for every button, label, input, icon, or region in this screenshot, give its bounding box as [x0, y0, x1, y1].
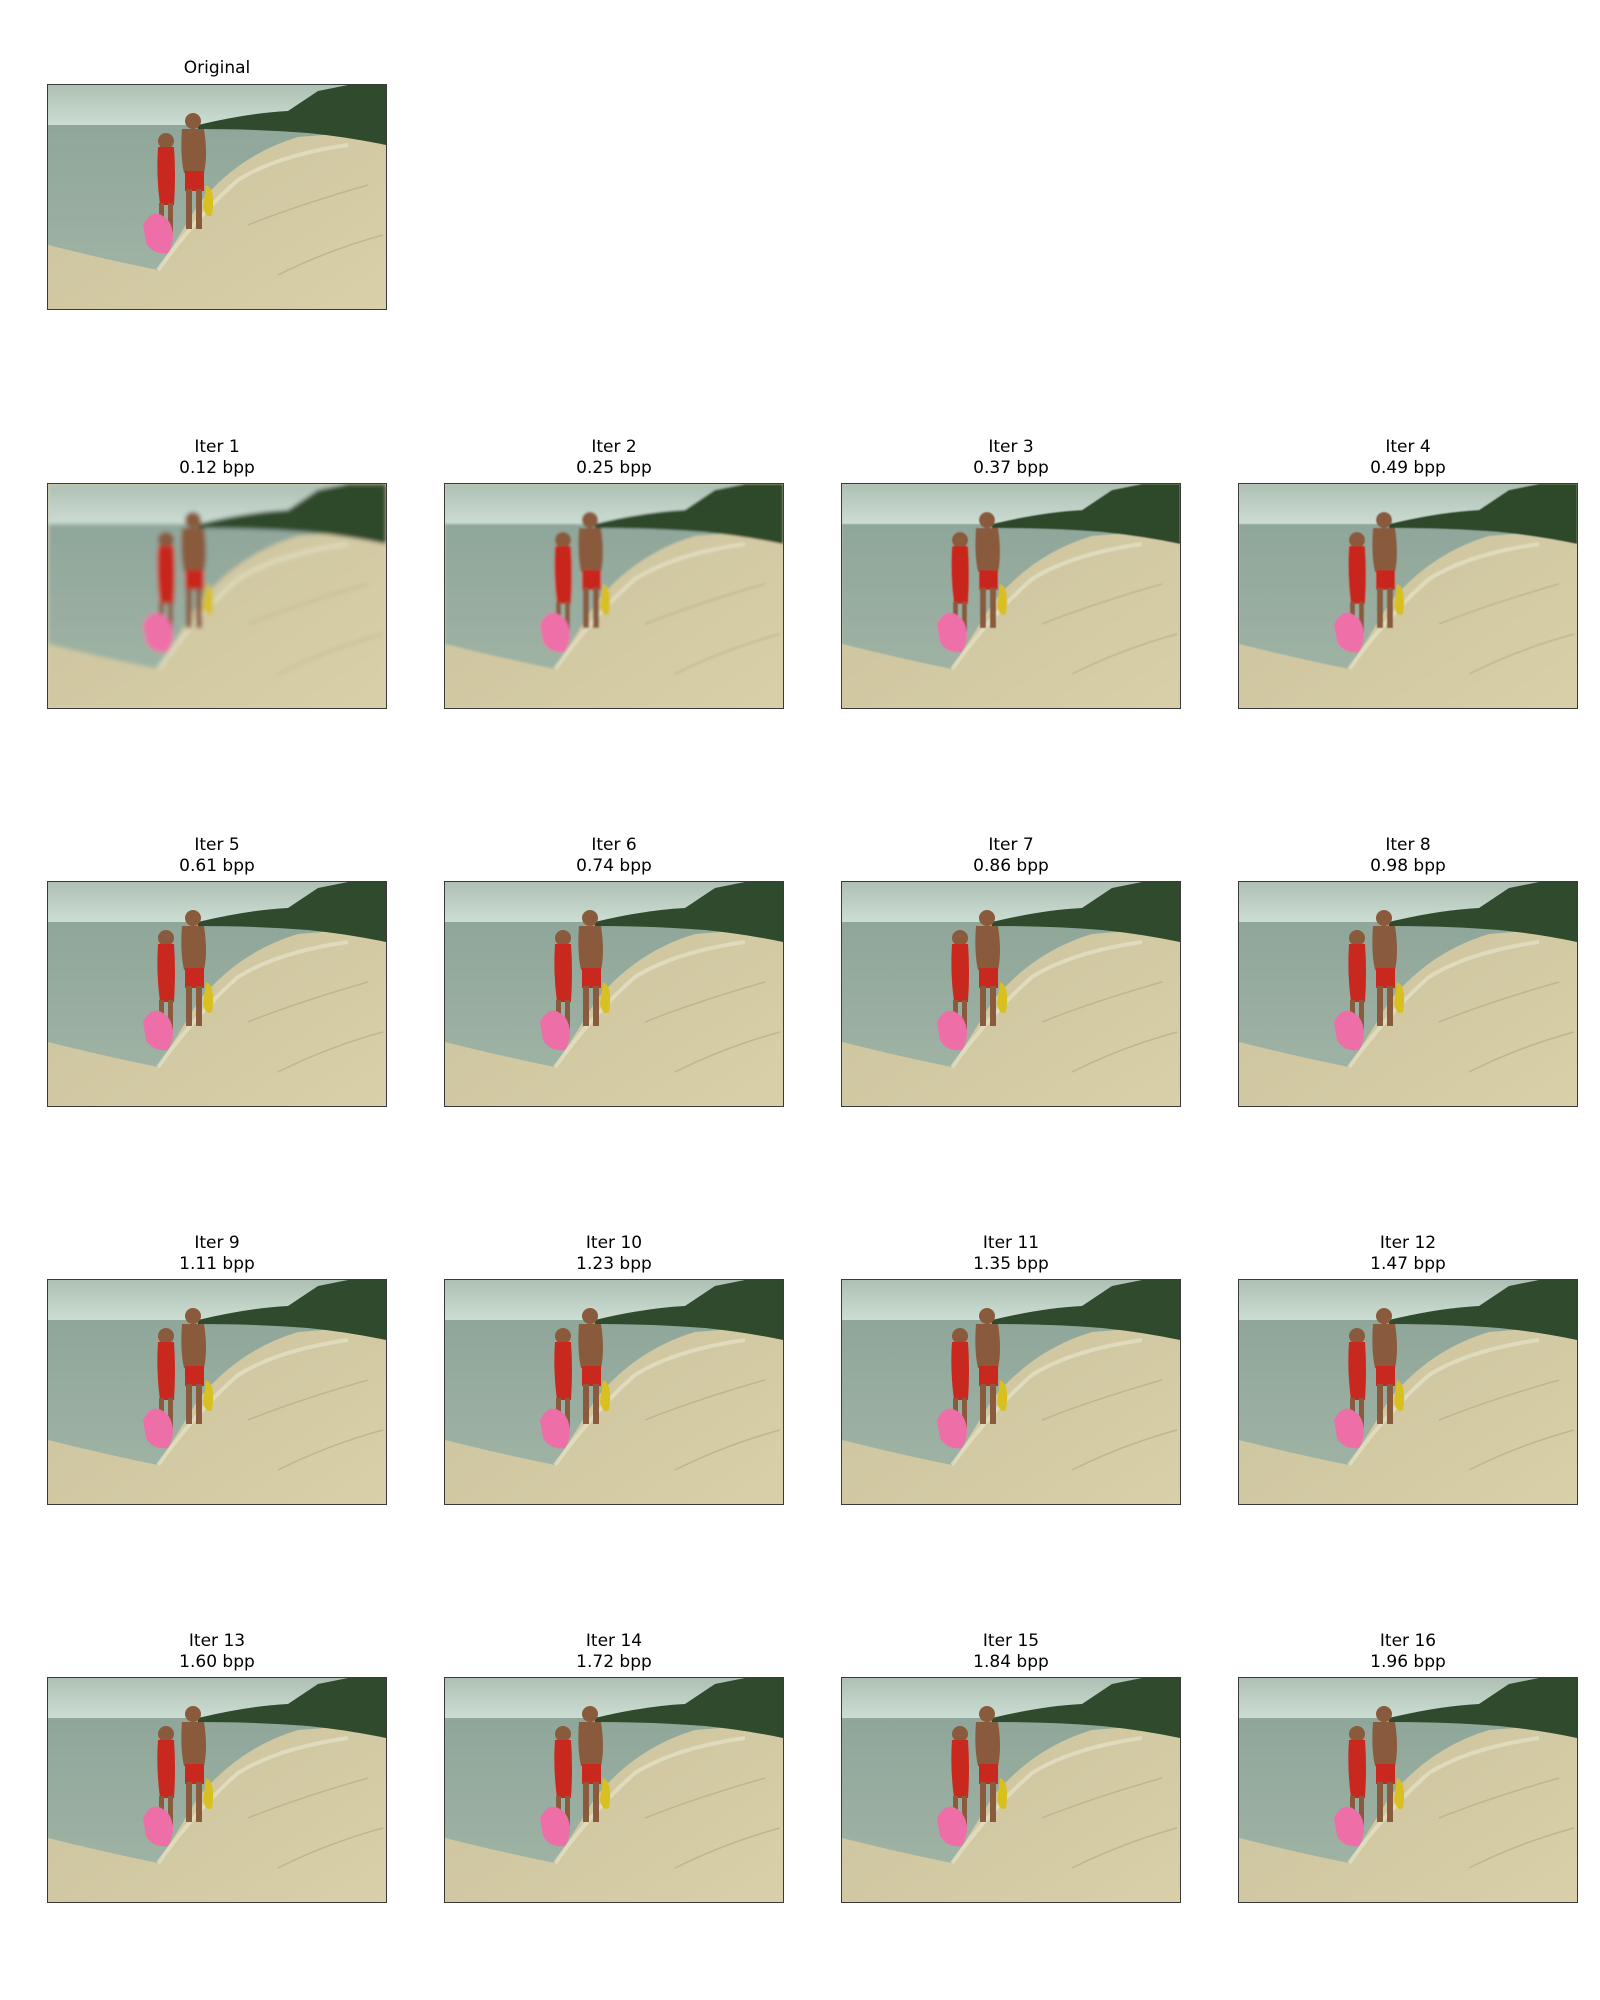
iteration-label: Iter 13 [188, 1631, 246, 1651]
reconstructed-image [47, 881, 387, 1107]
iteration-label: Iter 11 [982, 1233, 1040, 1253]
bitrate-label: 0.74 bpp [576, 856, 652, 876]
reconstructed-image [47, 1677, 387, 1903]
reconstructed-image [841, 1279, 1181, 1505]
iteration-label: Iter 6 [591, 835, 637, 855]
reconstructed-image [444, 483, 784, 709]
iteration-label: Iter 5 [194, 835, 240, 855]
reconstructed-image [1238, 1279, 1578, 1505]
iteration-label: Iter 1 [194, 437, 240, 457]
iteration-label: Iter 12 [1379, 1233, 1437, 1253]
iteration-label: Iter 15 [982, 1631, 1040, 1651]
iteration-label: Iter 4 [1385, 437, 1431, 457]
bitrate-label: 0.61 bpp [179, 856, 255, 876]
iteration-label: Iter 16 [1379, 1631, 1437, 1651]
iteration-label: Iter 8 [1385, 835, 1431, 855]
reconstructed-image [444, 881, 784, 1107]
reconstructed-image [841, 483, 1181, 709]
reconstructed-image [47, 483, 387, 709]
bitrate-label: 0.37 bpp [973, 458, 1049, 478]
reconstructed-image [444, 1677, 784, 1903]
reconstructed-image [444, 1279, 784, 1505]
reconstructed-image [47, 1279, 387, 1505]
iteration-label: Iter 2 [591, 437, 637, 457]
reconstructed-image [1238, 881, 1578, 1107]
bitrate-label: 0.25 bpp [576, 458, 652, 478]
original-title: Original [183, 58, 251, 78]
reconstructed-image [841, 1677, 1181, 1903]
bitrate-label: 1.23 bpp [576, 1254, 652, 1274]
bitrate-label: 1.35 bpp [973, 1254, 1049, 1274]
bitrate-label: 0.12 bpp [179, 458, 255, 478]
bitrate-label: 1.11 bpp [179, 1254, 255, 1274]
reconstructed-image [841, 881, 1181, 1107]
bitrate-label: 0.86 bpp [973, 856, 1049, 876]
bitrate-label: 1.60 bpp [179, 1652, 255, 1672]
iteration-label: Iter 9 [194, 1233, 240, 1253]
iteration-label: Iter 7 [988, 835, 1034, 855]
original-image [47, 84, 387, 310]
iteration-label: Iter 10 [585, 1233, 643, 1253]
iteration-label: Iter 14 [585, 1631, 643, 1651]
iteration-label: Iter 3 [988, 437, 1034, 457]
reconstructed-image [1238, 1677, 1578, 1903]
reconstructed-image [1238, 483, 1578, 709]
bitrate-label: 0.49 bpp [1370, 458, 1446, 478]
bitrate-label: 1.72 bpp [576, 1652, 652, 1672]
bitrate-label: 1.47 bpp [1370, 1254, 1446, 1274]
bitrate-label: 1.84 bpp [973, 1652, 1049, 1672]
bitrate-label: 1.96 bpp [1370, 1652, 1446, 1672]
bitrate-label: 0.98 bpp [1370, 856, 1446, 876]
